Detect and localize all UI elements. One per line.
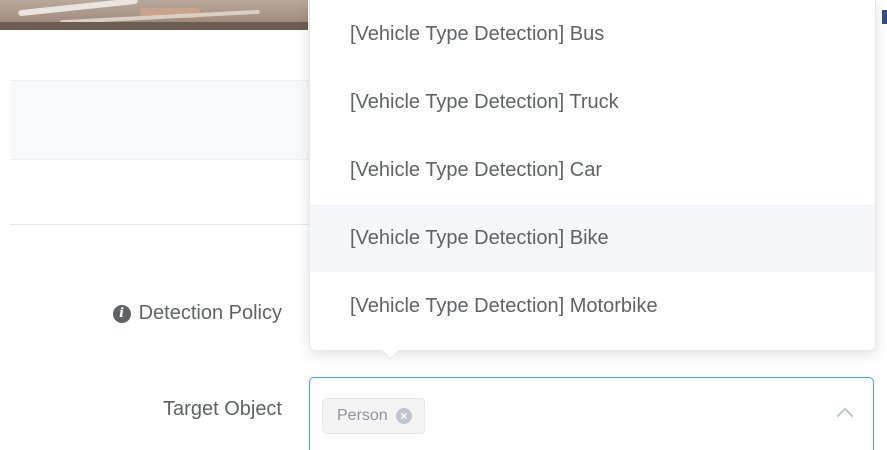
dropdown-option-motorbike[interactable]: [Vehicle Type Detection] Motorbike: [310, 272, 875, 340]
target-object-dropdown: [Vehicle Type Detection] Bus [Vehicle Ty…: [309, 0, 876, 360]
dropdown-option-bike[interactable]: [Vehicle Type Detection] Bike: [310, 204, 875, 272]
edge-fragment: [882, 10, 887, 24]
dropdown-pointer-arrow: [381, 341, 400, 360]
dropdown-option-truck[interactable]: [Vehicle Type Detection] Truck: [310, 68, 875, 136]
chevron-up-icon[interactable]: [836, 407, 854, 425]
close-circle-icon[interactable]: ×: [395, 408, 412, 424]
section-divider: [10, 224, 310, 225]
dropdown-option-car[interactable]: [Vehicle Type Detection] Car: [310, 136, 875, 204]
target-object-select[interactable]: Person ×: [309, 377, 874, 450]
detection-policy-label-text: Detection Policy: [138, 302, 282, 324]
tag-label: Person: [337, 407, 388, 424]
selected-tag-person: Person ×: [322, 398, 425, 434]
detection-policy-label: i Detection Policy: [112, 302, 282, 325]
dropdown-option-list: [Vehicle Type Detection] Bus [Vehicle Ty…: [310, 0, 875, 340]
info-icon[interactable]: i: [112, 304, 131, 323]
dropdown-option-bus[interactable]: [Vehicle Type Detection] Bus: [310, 0, 875, 68]
table-row-highlight: [10, 80, 310, 160]
camera-thumbnail-image: [0, 0, 308, 30]
target-object-label: Target Object: [163, 398, 282, 420]
page: i Detection Policy Target Object Person …: [0, 0, 887, 450]
